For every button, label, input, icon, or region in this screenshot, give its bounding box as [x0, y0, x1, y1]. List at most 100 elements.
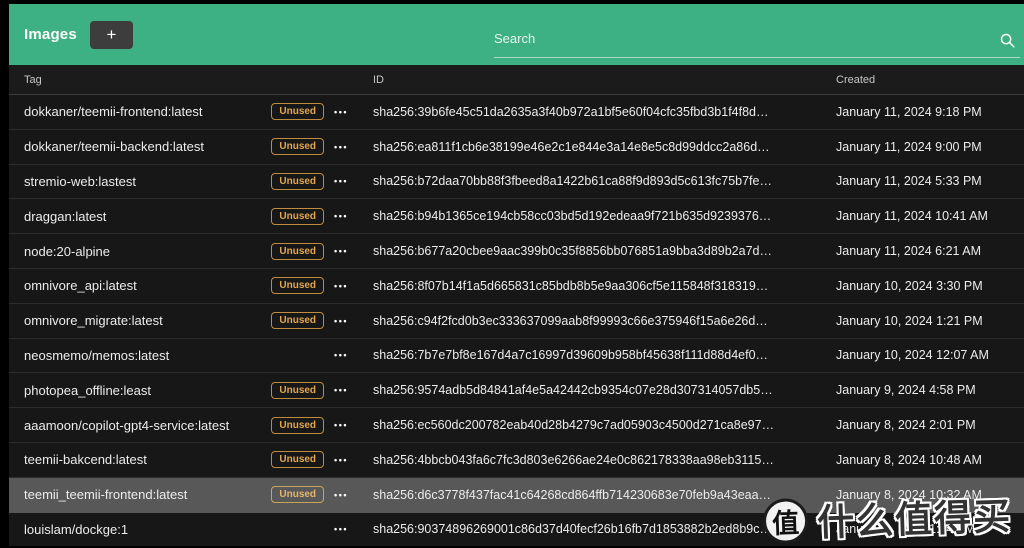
- image-created: January 10, 2024 1:21 PM: [836, 314, 1024, 328]
- search-field-wrap: [494, 16, 1020, 58]
- tag-cell: omnivore_migrate:latest Unused •••: [9, 312, 361, 329]
- image-id: sha256:b94b1365ce194cb58cc03bd5d192edeaa…: [361, 209, 836, 223]
- image-created: January 10, 2024 12:07 AM: [836, 348, 1024, 362]
- row-menu-button[interactable]: •••: [334, 420, 348, 430]
- image-tag: draggan:latest: [24, 209, 271, 224]
- image-id: sha256:4bbcb043fa6c7fc3d803e6266ae24e0c8…: [361, 453, 836, 467]
- image-tag: louislam/dockge:1: [24, 522, 334, 537]
- table-row[interactable]: node:20-alpine Unused ••• sha256:b677a20…: [9, 234, 1024, 269]
- image-tag: dokkaner/teemii-backend:latest: [24, 139, 271, 154]
- tag-cell: draggan:latest Unused •••: [9, 208, 361, 225]
- image-created: January 11, 2024 5:33 PM: [836, 174, 1024, 188]
- image-created: January 8, 2024 10:32 AM: [836, 488, 1024, 502]
- table-row[interactable]: teemii_teemii-frontend:latest Unused •••…: [9, 478, 1024, 513]
- image-created: January 11, 2024 9:18 PM: [836, 105, 1024, 119]
- row-menu-button[interactable]: •••: [334, 142, 348, 152]
- image-tag: neosmemo/memos:latest: [24, 348, 334, 363]
- image-created: January 8, 2024 10:48 AM: [836, 453, 1024, 467]
- table-row[interactable]: teemii-bakcend:latest Unused ••• sha256:…: [9, 443, 1024, 478]
- table-row[interactable]: draggan:latest Unused ••• sha256:b94b136…: [9, 199, 1024, 234]
- image-id: sha256:7b7e7bf8e167d4a7c16997d39609b958b…: [361, 348, 836, 362]
- search-input[interactable]: [494, 16, 1020, 58]
- image-created: January 11, 2024 9:00 PM: [836, 140, 1024, 154]
- image-tag: node:20-alpine: [24, 244, 271, 259]
- row-menu-button[interactable]: •••: [334, 211, 348, 221]
- unused-badge: Unused: [271, 382, 324, 399]
- table-body: dokkaner/teemii-frontend:latest Unused •…: [9, 95, 1024, 546]
- image-id: sha256:ea811f1cb6e38199e46e2c1e844e3a14e…: [361, 140, 836, 154]
- tag-cell: neosmemo/memos:latest •••: [9, 348, 361, 363]
- tag-cell: louislam/dockge:1 •••: [9, 522, 361, 537]
- tag-cell: dokkaner/teemii-frontend:latest Unused •…: [9, 103, 361, 120]
- add-image-button[interactable]: +: [90, 21, 133, 49]
- table-header-row: Tag ID Created: [9, 65, 1024, 95]
- app-bar: Images +: [9, 4, 1024, 65]
- column-header-tag: Tag: [9, 74, 361, 86]
- tag-cell: dokkaner/teemii-backend:latest Unused ••…: [9, 138, 361, 155]
- unused-badge: Unused: [271, 103, 324, 120]
- tag-cell: teemii_teemii-frontend:latest Unused •••: [9, 486, 361, 503]
- row-menu-button[interactable]: •••: [334, 350, 348, 360]
- tag-cell: omnivore_api:latest Unused •••: [9, 277, 361, 294]
- row-menu-button[interactable]: •••: [334, 524, 348, 534]
- image-id: sha256:ec560dc200782eab40d28b4279c7ad059…: [361, 418, 836, 432]
- row-menu-button[interactable]: •••: [334, 490, 348, 500]
- tag-cell: node:20-alpine Unused •••: [9, 243, 361, 260]
- image-tag: photopea_offline:least: [24, 383, 271, 398]
- search-icon[interactable]: [999, 32, 1016, 49]
- images-page: Images + Tag ID Created dokkaner/teemii-…: [9, 4, 1024, 546]
- image-id: sha256:c94f2fcd0b3ec333637099aab8f99993c…: [361, 314, 836, 328]
- table-row[interactable]: omnivore_migrate:latest Unused ••• sha25…: [9, 304, 1024, 339]
- row-menu-button[interactable]: •••: [334, 455, 348, 465]
- image-created: January 11, 2024 6:21 AM: [836, 244, 1024, 258]
- unused-badge: Unused: [271, 312, 324, 329]
- image-id: sha256:d6c3778f437fac41c64268cd864ffb714…: [361, 488, 836, 502]
- unused-badge: Unused: [271, 243, 324, 260]
- image-created: January 8, 2024 2:01 PM: [836, 418, 1024, 432]
- unused-badge: Unused: [271, 173, 324, 190]
- image-tag: teemii_teemii-frontend:latest: [24, 487, 271, 502]
- table-row[interactable]: aaamoon/copilot-gpt4-service:latest Unus…: [9, 408, 1024, 443]
- tag-cell: photopea_offline:least Unused •••: [9, 382, 361, 399]
- image-tag: stremio-web:lastest: [24, 174, 271, 189]
- unused-badge: Unused: [271, 417, 324, 434]
- table-row[interactable]: louislam/dockge:1 ••• sha256:90374896269…: [9, 513, 1024, 546]
- table-row[interactable]: dokkaner/teemii-backend:latest Unused ••…: [9, 130, 1024, 165]
- row-menu-button[interactable]: •••: [334, 281, 348, 291]
- row-menu-button[interactable]: •••: [334, 316, 348, 326]
- page-title: Images: [24, 26, 77, 43]
- unused-badge: Unused: [271, 486, 324, 503]
- image-id: sha256:8f07b14f1a5d665831c85bdb8b5e9aa30…: [361, 279, 836, 293]
- image-tag: teemii-bakcend:latest: [24, 452, 271, 467]
- unused-badge: Unused: [271, 277, 324, 294]
- image-tag: omnivore_migrate:latest: [24, 313, 271, 328]
- table-row[interactable]: stremio-web:lastest Unused ••• sha256:b7…: [9, 165, 1024, 200]
- row-menu-button[interactable]: •••: [334, 385, 348, 395]
- column-header-id: ID: [361, 74, 836, 86]
- table-row[interactable]: omnivore_api:latest Unused ••• sha256:8f…: [9, 269, 1024, 304]
- row-menu-button[interactable]: •••: [334, 176, 348, 186]
- image-id: sha256:b677a20cbee9aac399b0c35f8856bb076…: [361, 244, 836, 258]
- column-header-created: Created: [836, 74, 1024, 86]
- image-created: January 10, 2024 3:30 PM: [836, 279, 1024, 293]
- image-created: January 8, 2024 1:04 AM: [836, 522, 1024, 536]
- image-tag: dokkaner/teemii-frontend:latest: [24, 104, 271, 119]
- unused-badge: Unused: [271, 138, 324, 155]
- image-tag: omnivore_api:latest: [24, 278, 271, 293]
- image-id: sha256:b72daa70bb88f3fbeed8a1422b61ca88f…: [361, 174, 836, 188]
- image-id: sha256:39b6fe45c51da2635a3f40b972a1bf5e6…: [361, 105, 836, 119]
- image-created: January 9, 2024 4:58 PM: [836, 383, 1024, 397]
- table-row[interactable]: neosmemo/memos:latest ••• sha256:7b7e7bf…: [9, 339, 1024, 374]
- image-created: January 11, 2024 10:41 AM: [836, 209, 1024, 223]
- row-menu-button[interactable]: •••: [334, 246, 348, 256]
- image-id: sha256:9574adb5d84841af4e5a42442cb9354c0…: [361, 383, 836, 397]
- image-id: sha256:90374896269001c86d37d40fecf26b16f…: [361, 522, 836, 536]
- tag-cell: teemii-bakcend:latest Unused •••: [9, 451, 361, 468]
- table-row[interactable]: photopea_offline:least Unused ••• sha256…: [9, 373, 1024, 408]
- image-tag: aaamoon/copilot-gpt4-service:latest: [24, 418, 271, 433]
- tag-cell: stremio-web:lastest Unused •••: [9, 173, 361, 190]
- unused-badge: Unused: [271, 208, 324, 225]
- unused-badge: Unused: [271, 451, 324, 468]
- row-menu-button[interactable]: •••: [334, 107, 348, 117]
- table-row[interactable]: dokkaner/teemii-frontend:latest Unused •…: [9, 95, 1024, 130]
